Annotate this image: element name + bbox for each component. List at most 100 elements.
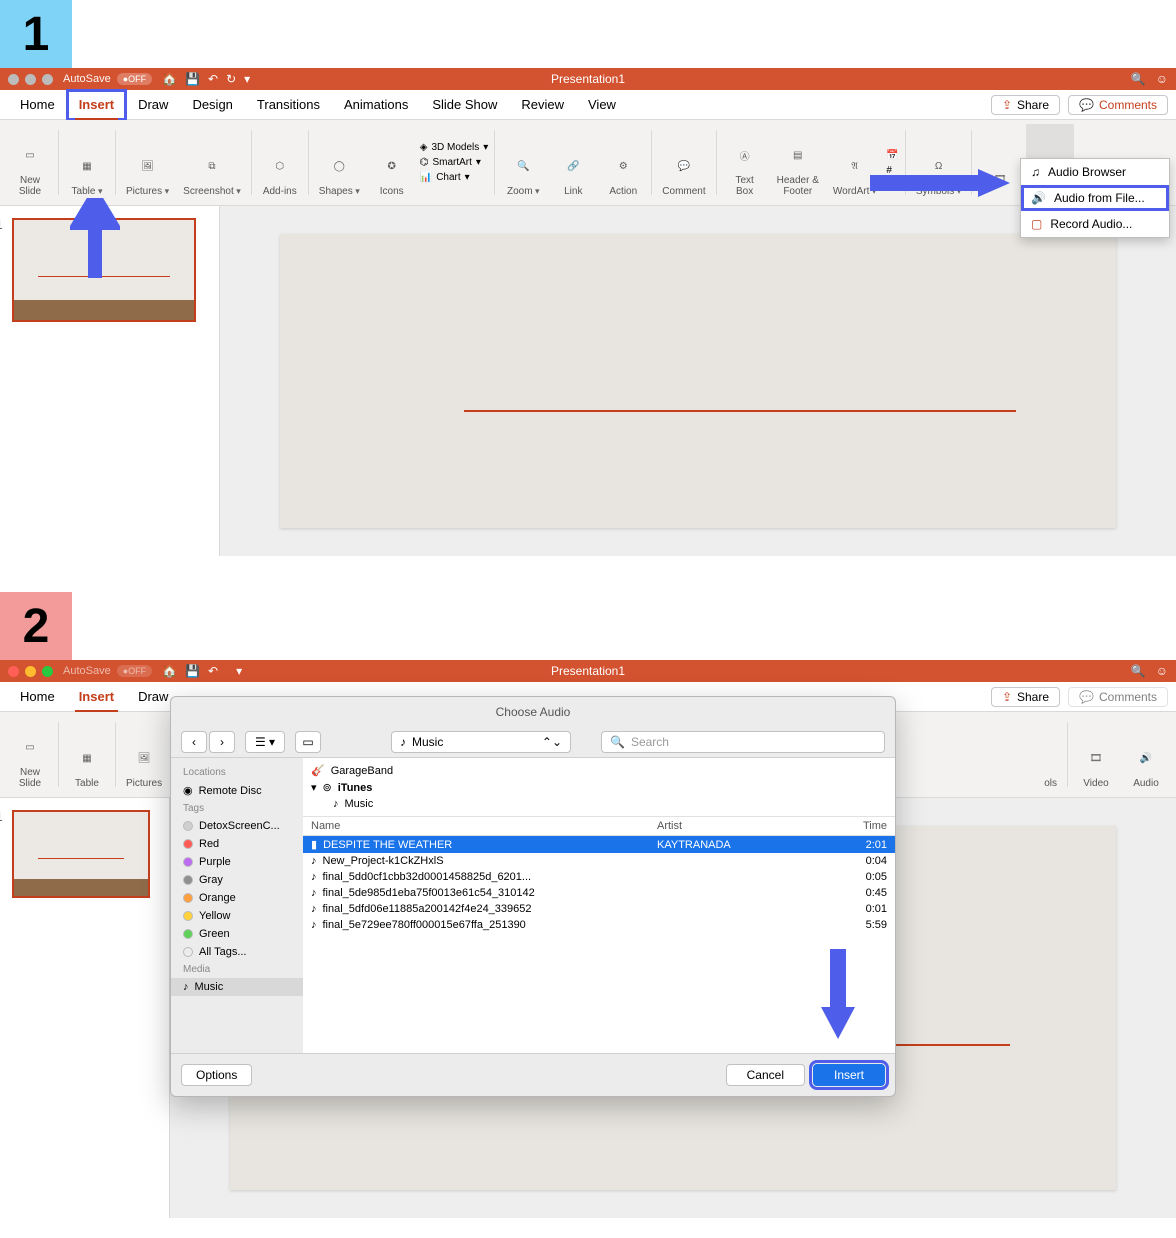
undo-icon[interactable]: ↶ — [208, 72, 218, 86]
zoom-button[interactable]: 🔍 Zoom — [499, 124, 547, 201]
comments-button[interactable]: 💬Comments — [1068, 687, 1168, 707]
location-selector[interactable]: ♪ Music ⌃⌄ — [391, 731, 571, 753]
tag-item[interactable]: Orange — [171, 889, 303, 907]
3dmodels-button[interactable]: ◈3D Models ▾ — [418, 141, 491, 154]
shapes-button[interactable]: ◯ Shapes — [313, 124, 366, 201]
window-controls-2[interactable] — [8, 666, 53, 677]
tag-item[interactable]: Green — [171, 925, 303, 943]
account-icon[interactable]: ☺ — [1156, 72, 1168, 86]
sidebar-music[interactable]: ♪Music — [171, 978, 303, 996]
new-slide-button[interactable]: ▭ New Slide — [6, 124, 54, 201]
tab-design[interactable]: Design — [180, 90, 244, 120]
file-row[interactable]: ♪New_Project-k1CkZHxlS 0:04 — [303, 853, 895, 869]
pictures-button[interactable]: 🖼 Pictures — [120, 716, 168, 793]
options-button[interactable]: Options — [181, 1064, 252, 1086]
close-dot[interactable] — [8, 666, 19, 677]
col-artist[interactable]: Artist — [657, 820, 827, 832]
col-time[interactable]: Time — [827, 820, 887, 832]
tree-garageband[interactable]: 🎸GarageBand — [311, 762, 887, 779]
slide-thumbnail-1[interactable] — [12, 810, 150, 898]
tag-item[interactable]: Yellow — [171, 907, 303, 925]
insert-button[interactable]: Insert — [813, 1064, 885, 1086]
file-row[interactable]: ♪final_5e729ee780ff000015e67ffa_251390 5… — [303, 917, 895, 933]
table-header[interactable]: Name Artist Time — [303, 817, 895, 836]
min-dot[interactable] — [25, 666, 36, 677]
search-icon[interactable]: 🔍 — [1131, 664, 1146, 678]
file-row[interactable]: ♪final_5dd0cf1cbb32d0001458825d_6201... … — [303, 869, 895, 885]
powerpoint-window-2: AutoSave ● OFF 🏠 💾 ↶ ▾ Presentation1 🔍 ☺… — [0, 660, 1176, 1218]
search-icon[interactable]: 🔍 — [1131, 72, 1146, 86]
view-mode-button[interactable]: ☰ ▾ — [245, 731, 285, 753]
tab-home[interactable]: Home — [8, 682, 67, 712]
tag-dot-icon — [183, 947, 193, 957]
tag-dot-icon — [183, 839, 193, 849]
max-dot[interactable] — [42, 666, 53, 677]
tab-animations[interactable]: Animations — [332, 90, 420, 120]
file-row[interactable]: ▮DESPITE THE WEATHER KAYTRANADA 2:01 — [303, 836, 895, 853]
home-icon[interactable]: 🏠 — [162, 664, 177, 678]
search-input[interactable]: 🔍 Search — [601, 731, 885, 753]
col-name[interactable]: Name — [311, 820, 657, 832]
audio-from-file-item[interactable]: 🔊Audio from File... — [1021, 185, 1169, 211]
textbox-button[interactable]: Ⓐ Text Box — [721, 124, 769, 201]
new-slide-button[interactable]: ▭ New Slide — [6, 716, 54, 793]
forward-button[interactable]: › — [209, 731, 235, 753]
audio-browser-item[interactable]: ♫Audio Browser — [1021, 159, 1169, 185]
redo-icon[interactable]: ↻ — [226, 72, 236, 86]
video-button[interactable]: 🎞 Video — [1072, 716, 1120, 793]
back-button[interactable]: ‹ — [181, 731, 207, 753]
qat-more-icon[interactable]: ▾ — [236, 664, 242, 678]
min-dot[interactable] — [25, 74, 36, 85]
tag-item[interactable]: DetoxScreenC... — [171, 817, 303, 835]
tab-review[interactable]: Review — [509, 90, 576, 120]
tab-insert[interactable]: Insert — [67, 90, 126, 120]
account-icon[interactable]: ☺ — [1156, 664, 1168, 678]
choose-audio-dialog: Choose Audio ‹ › ☰ ▾ ▭ ♪ Music ⌃⌄ 🔍 Sear… — [170, 696, 896, 1097]
group-button[interactable]: ▭ — [295, 731, 321, 753]
tree-itunes[interactable]: ▾ ⊚iTunes — [311, 779, 887, 796]
chart-button[interactable]: 📊Chart ▾ — [418, 171, 491, 184]
home-icon[interactable]: 🏠 — [162, 72, 177, 86]
smartart-button[interactable]: ⌬SmartArt ▾ — [418, 156, 491, 169]
qat-more-icon[interactable]: ▾ — [244, 72, 250, 86]
headerfooter-button[interactable]: ▤ Header & Footer — [771, 124, 825, 201]
file-row[interactable]: ♪final_5de985d1eba75f0013e61c54_310142 0… — [303, 885, 895, 901]
sidebar-remote-disc[interactable]: ◉Remote Disc — [171, 781, 303, 800]
addins-button[interactable]: ⬡ Add-ins — [256, 124, 304, 201]
share-button[interactable]: ⇪Share — [991, 687, 1060, 707]
tree-music[interactable]: ♪Music — [311, 796, 887, 812]
save-icon[interactable]: 💾 — [185, 72, 200, 86]
tab-view[interactable]: View — [576, 90, 628, 120]
tag-item[interactable]: Purple — [171, 853, 303, 871]
tag-item[interactable]: Gray — [171, 871, 303, 889]
window-controls[interactable] — [8, 74, 53, 85]
screenshot-button[interactable]: ⧉ Screenshot — [177, 124, 247, 201]
tag-all[interactable]: All Tags... — [171, 943, 303, 961]
table-button[interactable]: ▦ Table — [63, 124, 111, 201]
tab-insert[interactable]: Insert — [67, 682, 126, 712]
autosave-toggle[interactable]: ● OFF — [117, 73, 152, 85]
pictures-button[interactable]: 🖼 Pictures — [120, 124, 175, 201]
save-icon[interactable]: 💾 — [185, 664, 200, 678]
tab-draw[interactable]: Draw — [126, 90, 180, 120]
tab-home[interactable]: Home — [8, 90, 67, 120]
undo-icon[interactable]: ↶ — [208, 664, 218, 678]
record-audio-item[interactable]: ▢Record Audio... — [1021, 211, 1169, 237]
tab-slideshow[interactable]: Slide Show — [420, 90, 509, 120]
audio-button[interactable]: 🔊 Audio — [1122, 716, 1170, 793]
tag-item[interactable]: Red — [171, 835, 303, 853]
comment-button[interactable]: 💬 Comment — [656, 124, 711, 201]
icons-button[interactable]: ✪ Icons — [368, 124, 416, 201]
comments-button[interactable]: 💬Comments — [1068, 95, 1168, 115]
close-dot[interactable] — [8, 74, 19, 85]
slide-canvas[interactable] — [220, 206, 1176, 556]
file-row[interactable]: ♪final_5dfd06e11885a200142f4e24_339652 0… — [303, 901, 895, 917]
table-button[interactable]: ▦ Table — [63, 716, 111, 793]
tab-transitions[interactable]: Transitions — [245, 90, 332, 120]
max-dot[interactable] — [42, 74, 53, 85]
date-button[interactable]: 📅 — [884, 149, 900, 162]
cancel-button[interactable]: Cancel — [726, 1064, 805, 1086]
dialog-toolbar: ‹ › ☰ ▾ ▭ ♪ Music ⌃⌄ 🔍 Search — [171, 727, 895, 757]
share-button[interactable]: ⇪Share — [991, 95, 1060, 115]
autosave-toggle-2[interactable]: ● OFF — [117, 665, 152, 677]
